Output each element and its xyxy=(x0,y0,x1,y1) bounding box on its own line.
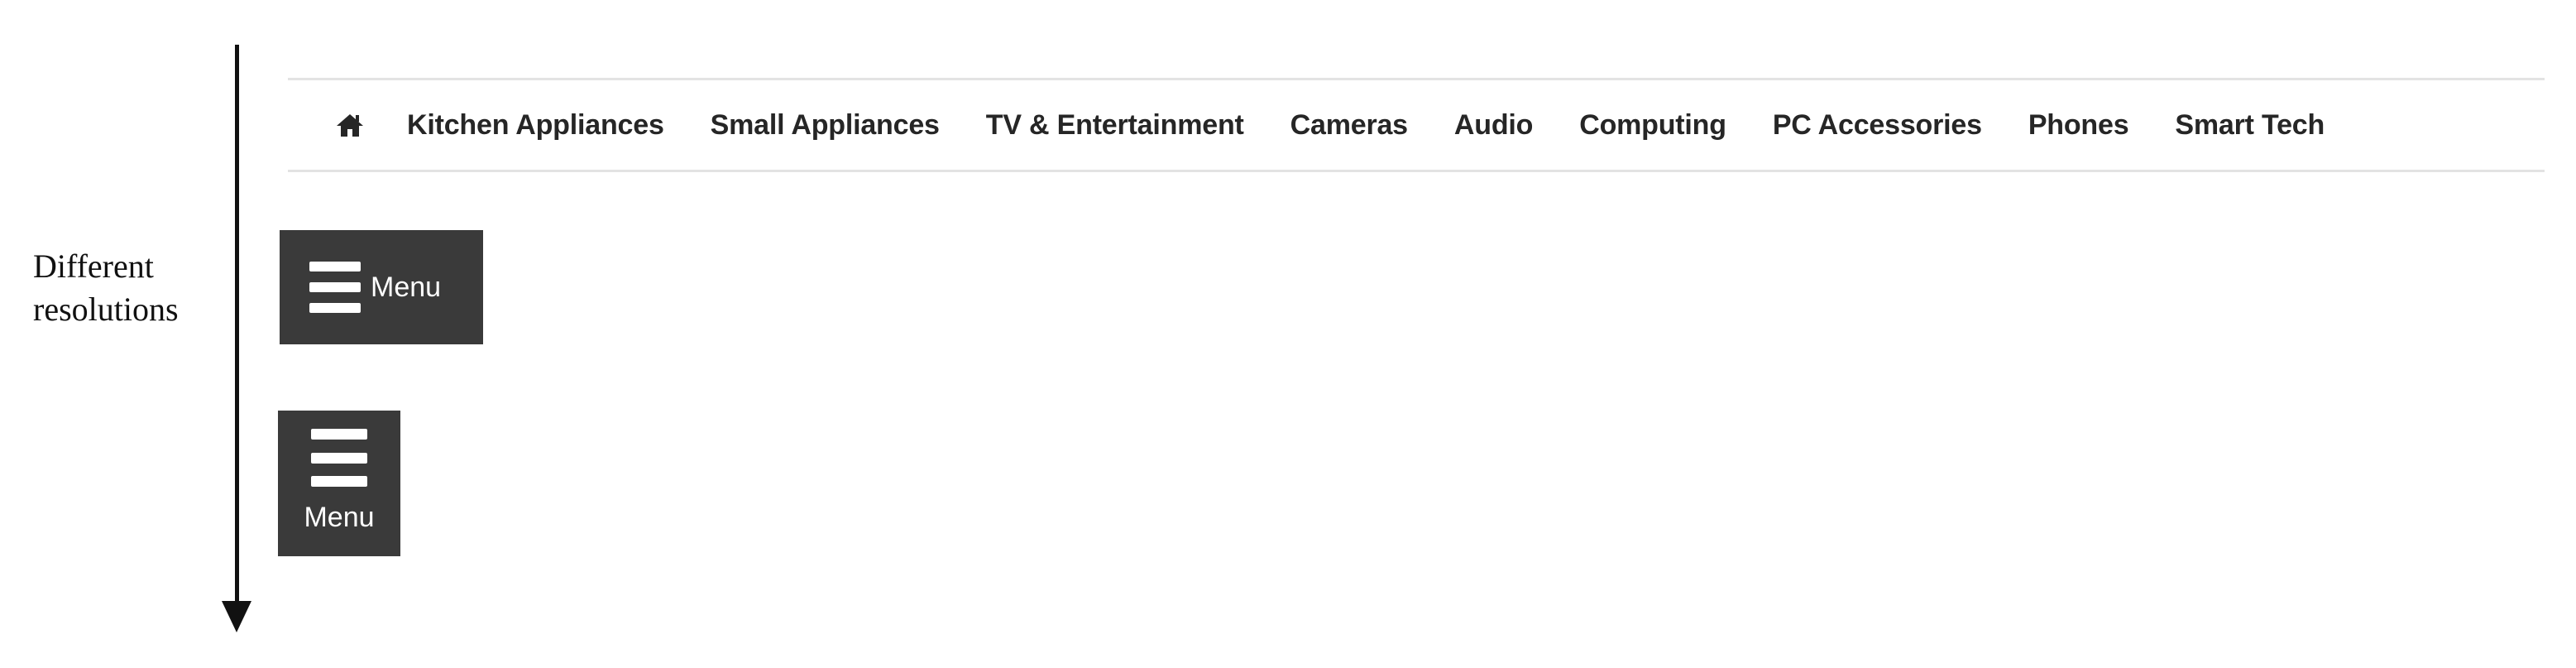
menu-button-compact[interactable]: Menu xyxy=(278,411,400,556)
nav-item-cameras[interactable]: Cameras xyxy=(1290,109,1408,142)
nav-item-audio[interactable]: Audio xyxy=(1454,109,1534,142)
nav-item-tv-entertainment[interactable]: TV & Entertainment xyxy=(986,109,1244,142)
nav-item-kitchen-appliances[interactable]: Kitchen Appliances xyxy=(407,109,664,142)
down-arrow-head xyxy=(222,601,251,632)
menu-button-label: Menu xyxy=(304,502,375,533)
hamburger-icon xyxy=(311,429,367,487)
nav-item-small-appliances[interactable]: Small Appliances xyxy=(711,109,940,142)
hamburger-icon xyxy=(309,262,361,313)
annotation-line-2: resolutions xyxy=(33,291,179,328)
resolution-annotation: Different resolutions xyxy=(33,245,215,331)
menu-button-label: Menu xyxy=(371,271,442,303)
menu-button-wide[interactable]: Menu xyxy=(280,230,483,344)
nav-item-phones[interactable]: Phones xyxy=(2028,109,2129,142)
nav-item-pc-accessories[interactable]: PC Accessories xyxy=(1773,109,1982,142)
nav-item-computing[interactable]: Computing xyxy=(1579,109,1726,142)
down-arrow-shaft xyxy=(235,45,239,606)
screenshot-canvas: Different resolutions Kitchen Appliances… xyxy=(0,0,2576,668)
annotation-line-1: Different xyxy=(33,247,154,285)
top-navigation-bar: Kitchen Appliances Small Appliances TV &… xyxy=(288,78,2545,172)
home-icon[interactable] xyxy=(336,108,364,142)
nav-item-smart-tech[interactable]: Smart Tech xyxy=(2175,109,2325,142)
